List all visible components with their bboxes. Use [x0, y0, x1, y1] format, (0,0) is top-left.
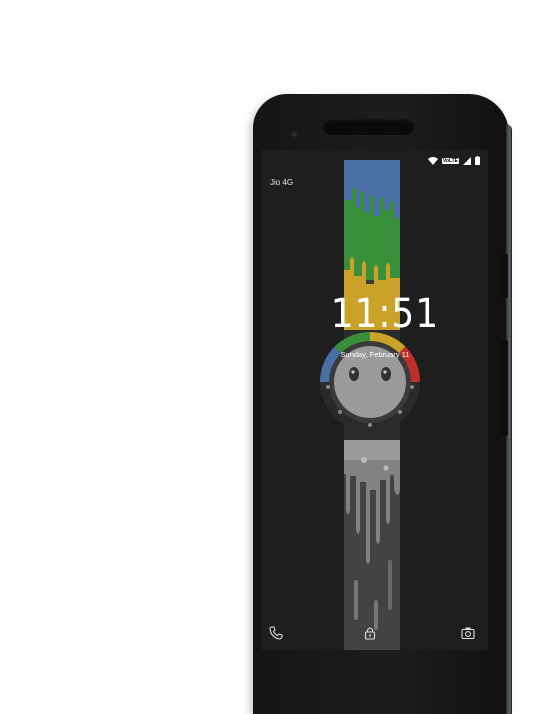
status-icons: VoLTE — [427, 156, 480, 165]
lock-clock-time: 11:51 — [330, 291, 440, 337]
wifi-icon — [427, 156, 438, 165]
clock-dial — [320, 332, 420, 432]
power-button — [500, 254, 508, 298]
earpiece-speaker — [323, 119, 414, 135]
carrier-label: Jio 4G — [270, 178, 294, 187]
lock-screen: Jio 4G VoLTE 11:51 Sunday, February 11 — [262, 150, 488, 650]
volte-icon: VoLTE — [441, 157, 459, 164]
volume-button — [500, 340, 508, 436]
phone-icon[interactable] — [269, 626, 283, 640]
signal-icon — [463, 156, 471, 165]
lock-icon[interactable] — [363, 626, 377, 640]
battery-icon — [475, 156, 480, 165]
lock-clock-date: Sunday, February 11 — [340, 350, 410, 359]
camera-icon[interactable] — [461, 626, 475, 640]
front-camera — [291, 131, 298, 138]
